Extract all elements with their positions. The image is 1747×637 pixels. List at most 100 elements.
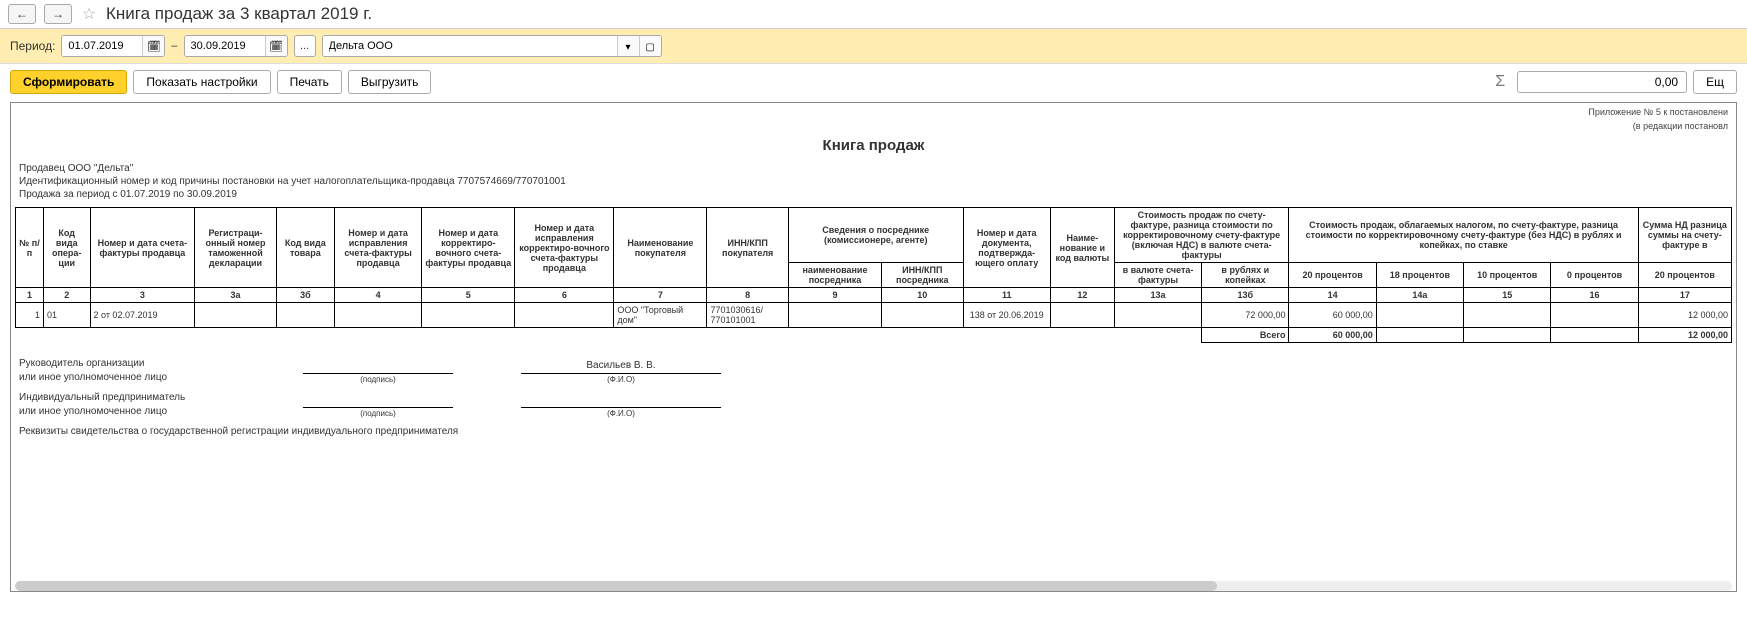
- calendar-from-button[interactable]: 🗓: [142, 35, 164, 57]
- nav-back-button[interactable]: ←: [8, 4, 36, 24]
- th-innkpp: ИНН/КПП покупателя: [707, 208, 788, 288]
- org-open-button[interactable]: ▢: [639, 36, 661, 57]
- cn5: 5: [422, 288, 515, 303]
- table-cell: 12 000,00: [1638, 303, 1731, 328]
- calendar-icon: 🗓: [269, 40, 283, 53]
- sign-caption-2: (подпись): [299, 408, 457, 419]
- period-separator: –: [171, 40, 177, 52]
- nav-forward-button[interactable]: →: [44, 4, 72, 24]
- report-title: Книга продаж: [15, 133, 1732, 162]
- cn3: 3: [90, 288, 195, 303]
- th-20: 20 процентов: [1289, 263, 1376, 288]
- th-0: 0 процентов: [1551, 263, 1638, 288]
- horizontal-scrollbar[interactable]: [15, 581, 1732, 591]
- or-auth-2: или иное уполномоченное лицо: [19, 405, 299, 419]
- cn10: 10: [882, 288, 964, 303]
- th-agent: Сведения о посреднике (комиссионере, аге…: [788, 208, 963, 263]
- calendar-to-button[interactable]: 🗓: [265, 35, 287, 57]
- head-label: Руководитель организации: [19, 357, 299, 371]
- th-opcode: Код вида опера-ции: [43, 208, 90, 288]
- th-corrsf2: Номер и дата исправления корректиро-вочн…: [515, 208, 614, 288]
- th-agent-name: наименование посредника: [788, 263, 881, 288]
- th-goodcode: Код вида товара: [276, 208, 334, 288]
- table-row: 1012 от 02.07.2019 ООО "Торговый дом"7701…: [16, 303, 1732, 328]
- total-c14: 60 000,00: [1289, 328, 1376, 343]
- more-button[interactable]: Ещ: [1693, 70, 1737, 94]
- cn3a: 3а: [195, 288, 276, 303]
- table-cell: ООО "Торговый дом": [614, 303, 707, 328]
- table-cell: [1114, 303, 1201, 328]
- cn12: 12: [1050, 288, 1114, 303]
- favorite-star-icon[interactable]: ☆: [80, 5, 98, 23]
- table-cell: [1464, 303, 1551, 328]
- th-num: № п/п: [16, 208, 44, 288]
- cn7: 7: [614, 288, 707, 303]
- org-dropdown-button[interactable]: ▾: [617, 36, 639, 57]
- th-sf: Номер и дата счета-фактуры продавца: [90, 208, 195, 288]
- scroll-thumb[interactable]: [15, 581, 1217, 591]
- report-area: Приложение № 5 к постановлени (в редакци…: [10, 102, 1737, 592]
- annex-note-1: Приложение № 5 к постановлени: [15, 105, 1732, 119]
- organization-input[interactable]: [323, 36, 617, 56]
- chevron-down-icon: ▾: [626, 42, 631, 53]
- cn4: 4: [334, 288, 421, 303]
- th-cost: Стоимость продаж по счету-фактуре, разни…: [1114, 208, 1289, 263]
- calendar-icon: 🗓: [147, 40, 161, 53]
- table-cell: [422, 303, 515, 328]
- arrow-right-icon: →: [52, 7, 64, 21]
- open-icon: ▢: [645, 42, 654, 53]
- period-select-button[interactable]: ...: [294, 35, 316, 57]
- period-label: Период:: [10, 39, 55, 53]
- or-auth-1: или иное уполномоченное лицо: [19, 371, 299, 385]
- show-settings-button[interactable]: Показать настройки: [133, 70, 270, 94]
- table-cell: 2 от 02.07.2019: [90, 303, 195, 328]
- th-paydoc: Номер и дата документа, подтвержда-ющего…: [963, 208, 1050, 288]
- period-to-input[interactable]: [185, 36, 265, 56]
- table-cell: [276, 303, 334, 328]
- sum-field[interactable]: [1517, 71, 1687, 93]
- cn15: 15: [1464, 288, 1551, 303]
- inn-line: Идентификационный номер и код причины по…: [19, 175, 1728, 188]
- th-taxcost: Стоимость продаж, облагаемых налогом, по…: [1289, 208, 1638, 263]
- th-vat20: 20 процентов: [1638, 263, 1731, 288]
- period-line: Продажа за период с 01.07.2019 по 30.09.…: [19, 188, 1728, 201]
- th-currency: Наиме-нование и код валюты: [1050, 208, 1114, 288]
- sigma-icon: Σ: [1489, 73, 1511, 91]
- table-cell: 01: [43, 303, 90, 328]
- table-cell: 1: [16, 303, 44, 328]
- ip-label: Индивидуальный предприниматель: [19, 391, 299, 405]
- cn8: 8: [707, 288, 788, 303]
- th-in-currency: в валюте счета-фактуры: [1114, 263, 1201, 288]
- table-cell: 7701030616/ 770101001: [707, 303, 788, 328]
- th-corrsf: Номер и дата корректиро-вочного счета-фа…: [422, 208, 515, 288]
- table-cell: 138 от 20.06.2019: [963, 303, 1050, 328]
- period-from-input[interactable]: [62, 36, 142, 56]
- table-cell: 72 000,00: [1202, 303, 1289, 328]
- th-in-rub: в рублях и копейках: [1202, 263, 1289, 288]
- cn11: 11: [963, 288, 1050, 303]
- export-button[interactable]: Выгрузить: [348, 70, 432, 94]
- table-cell: [334, 303, 421, 328]
- table-cell: [195, 303, 276, 328]
- total-c16: [1551, 328, 1638, 343]
- annex-note-2: (в редакции постановл: [15, 119, 1732, 133]
- sales-table: № п/п Код вида опера-ции Номер и дата сч…: [15, 207, 1732, 343]
- cn17: 17: [1638, 288, 1731, 303]
- table-cell: [1376, 303, 1463, 328]
- page-title: Книга продаж за 3 квартал 2019 г.: [106, 4, 372, 24]
- cn1: 1: [16, 288, 44, 303]
- cn13a: 13а: [1114, 288, 1201, 303]
- print-button[interactable]: Печать: [277, 70, 342, 94]
- form-button[interactable]: Сформировать: [10, 70, 127, 94]
- seller-line: Продавец ООО "Дельта": [19, 162, 1728, 175]
- total-c14a: [1376, 328, 1463, 343]
- th-agent-inn: ИНН/КПП посредника: [882, 263, 964, 288]
- table-cell: 60 000,00: [1289, 303, 1376, 328]
- cn9: 9: [788, 288, 881, 303]
- cn2: 2: [43, 288, 90, 303]
- fio-caption-2: (Ф.И.О): [517, 408, 725, 419]
- th-corr: Номер и дата исправления счета-фактуры п…: [334, 208, 421, 288]
- cn6: 6: [515, 288, 614, 303]
- cn13b: 13б: [1202, 288, 1289, 303]
- table-cell: [515, 303, 614, 328]
